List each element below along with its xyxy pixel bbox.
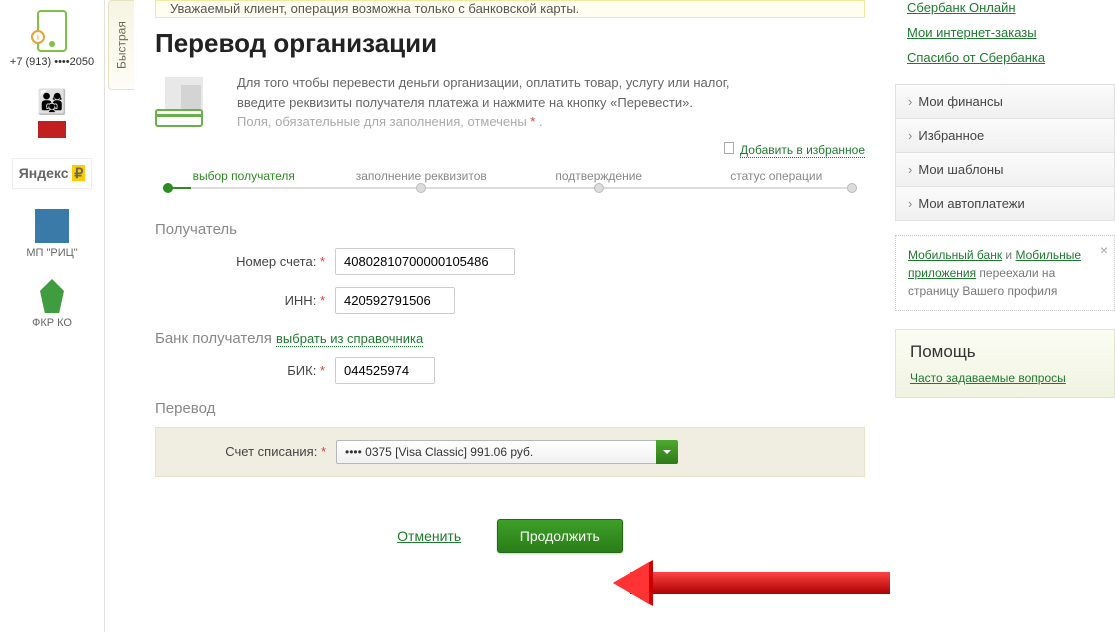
main-content: Уважаемый клиент, операция возможна толь… [105,0,895,632]
step-2: заполнение реквизитов [333,169,511,183]
rail-fkr[interactable]: ФКР КО [32,279,72,329]
add-favorite[interactable]: Добавить в избранное [155,142,865,157]
add-favorite-link[interactable]: Добавить в избранное [740,143,865,158]
cancel-button[interactable]: Отменить [397,528,461,544]
accordion-autopay[interactable]: Мои автоплатежи [895,186,1115,221]
left-rail: i +7 (913) ••••2050 👨‍👩‍👧 Яндекс ₽ МП "Р… [0,0,105,632]
step-1: выбор получателя [155,169,333,183]
accordion-finances[interactable]: Мои финансы [895,84,1115,119]
close-icon[interactable]: × [1100,240,1108,261]
continue-button[interactable]: Продолжить [497,519,623,553]
building-icon [35,209,69,243]
rail-phone-number: +7 (913) ••••2050 [10,56,94,68]
rail-people[interactable]: 👨‍👩‍👧 [37,88,67,138]
account-input[interactable] [335,248,515,275]
step-3: подтверждение [510,169,688,183]
red-arrow-annotation [630,572,890,594]
intro-line1: Для того чтобы перевести деньги организа… [237,75,729,110]
right-link-online[interactable]: Сбербанк Онлайн [907,0,1115,15]
rail-label: МП "РИЦ" [26,247,77,259]
account-from-select[interactable]: •••• 0375 [Visa Classic] 991.06 руб. [336,440,678,464]
red-badge [38,121,66,138]
people-icon: 👨‍👩‍👧 [37,88,67,117]
rail-yandex[interactable]: Яндекс ₽ [12,158,93,189]
intro-block: Для того чтобы перевести деньги организа… [155,73,865,132]
section-transfer: Перевод [155,400,865,417]
bik-input[interactable] [335,357,435,384]
inn-label: ИНН: [285,293,317,308]
intro-line2: Поля, обязательные для заполнения, отмеч… [237,114,530,129]
section-bank: Банк получателя [155,330,272,347]
right-link-spasibo[interactable]: Спасибо от Сбербанка [907,50,1115,65]
bank-directory-link[interactable]: выбрать из справочника [276,331,423,347]
bookmark-icon [724,142,734,154]
rail-label: ФКР КО [32,317,72,329]
yandex-icon: Яндекс ₽ [12,158,93,189]
phone-icon: i [37,10,67,52]
help-box: Помощь Часто задаваемые вопросы [895,329,1115,398]
leaf-icon [40,279,64,313]
accordion-favorites[interactable]: Избранное [895,118,1115,153]
org-card-icon [155,73,219,127]
step-4: статус операции [688,169,866,183]
rail-phone[interactable]: i +7 (913) ••••2050 [10,10,94,68]
page-title: Перевод организации [155,28,865,59]
info-box: × Мобильный банк и Мобильные приложения … [895,235,1115,311]
inn-input[interactable] [335,287,455,314]
help-title: Помощь [910,342,1100,362]
account-label: Номер счета: [236,254,316,269]
right-link-orders[interactable]: Мои интернет-заказы [907,25,1115,40]
chevron-down-icon[interactable] [656,440,678,464]
rail-ric[interactable]: МП "РИЦ" [26,209,77,259]
accordion-templates[interactable]: Мои шаблоны [895,152,1115,187]
section-recipient: Получатель [155,221,865,238]
mobile-bank-link[interactable]: Мобильный банк [908,248,1002,262]
stepper: выбор получателя заполнение реквизитов п… [155,169,865,197]
right-sidebar: Сбербанк Онлайн Мои интернет-заказы Спас… [895,0,1115,632]
account-from-label: Счет списания: [225,444,317,459]
warning-banner: Уважаемый клиент, операция возможна толь… [155,0,865,18]
account-from-value: •••• 0375 [Visa Classic] 991.06 руб. [336,440,678,464]
bik-label: БИК: [287,363,316,378]
faq-link[interactable]: Часто задаваемые вопросы [910,371,1066,385]
